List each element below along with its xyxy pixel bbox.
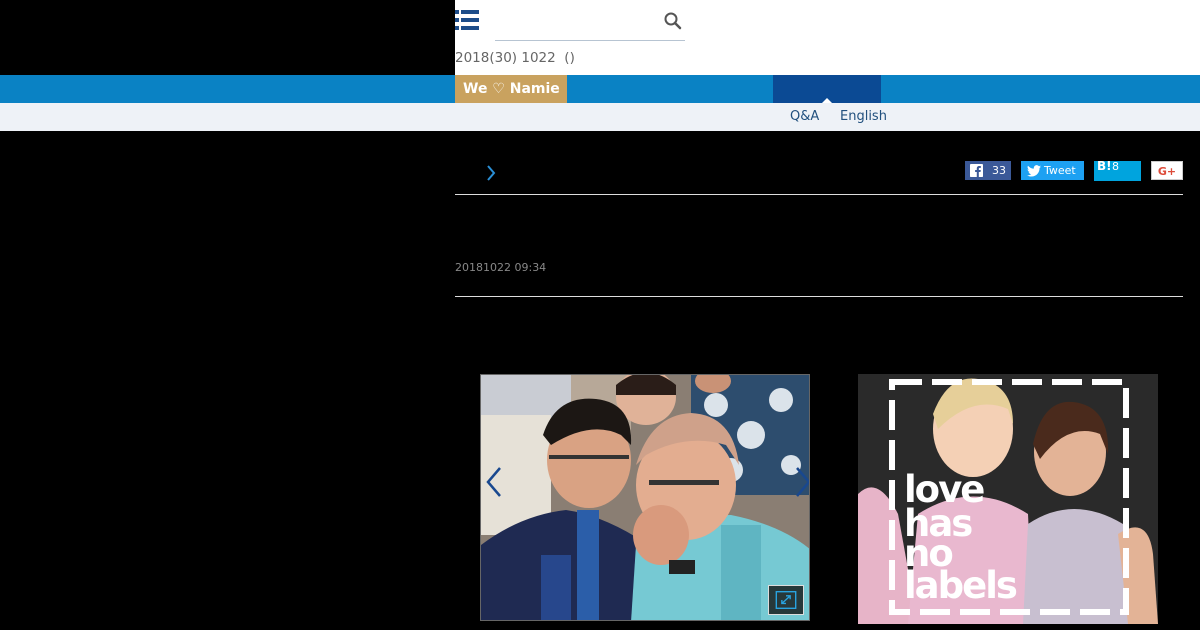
hatena-label: B!: [1097, 159, 1112, 173]
nav-item-active[interactable]: [773, 75, 881, 103]
date-line: 2018(30) 1022 (): [455, 50, 575, 66]
chevron-right-icon[interactable]: [485, 163, 497, 183]
hatena-bookmark-button[interactable]: B! 8: [1094, 159, 1141, 181]
qa-link[interactable]: Q&A: [790, 109, 819, 124]
chevron-left-icon[interactable]: [485, 465, 503, 499]
expand-button[interactable]: [768, 585, 804, 615]
divider-bottom: [455, 296, 1183, 297]
divider-top: [455, 194, 1183, 195]
expand-icon: [775, 591, 797, 609]
facebook-icon: [970, 164, 983, 177]
google-plus-button[interactable]: G+: [1151, 161, 1183, 180]
hatena-count: 8: [1112, 160, 1119, 173]
menu-icon[interactable]: [455, 8, 481, 32]
facebook-count: 33: [992, 164, 1006, 177]
page: 2018(30) 1022 () We ♡ Namie Q&A English …: [0, 0, 1200, 630]
site-header: 2018(30) 1022 (): [455, 0, 1200, 75]
main-nav: We ♡ Namie: [0, 75, 1200, 103]
ad-banner[interactable]: love has no labels: [858, 374, 1158, 624]
twitter-icon: [1027, 165, 1041, 177]
photo-carousel: [480, 374, 810, 621]
namie-badge-link[interactable]: We ♡ Namie: [455, 75, 567, 103]
ad-text-line: labels: [904, 564, 1018, 607]
tweet-label: Tweet: [1044, 164, 1076, 177]
search-box: [495, 6, 685, 41]
tweet-button[interactable]: Tweet: [1021, 161, 1084, 180]
news-photo: [481, 375, 809, 620]
english-link[interactable]: English: [840, 109, 887, 124]
facebook-share-button[interactable]: 33: [965, 161, 1011, 180]
article-timestamp: 20181022 09:34: [455, 261, 547, 274]
search-icon[interactable]: [663, 11, 683, 31]
search-input[interactable]: [495, 10, 655, 36]
sub-nav: Q&A English: [0, 103, 1200, 131]
chevron-right-icon[interactable]: [794, 465, 810, 499]
